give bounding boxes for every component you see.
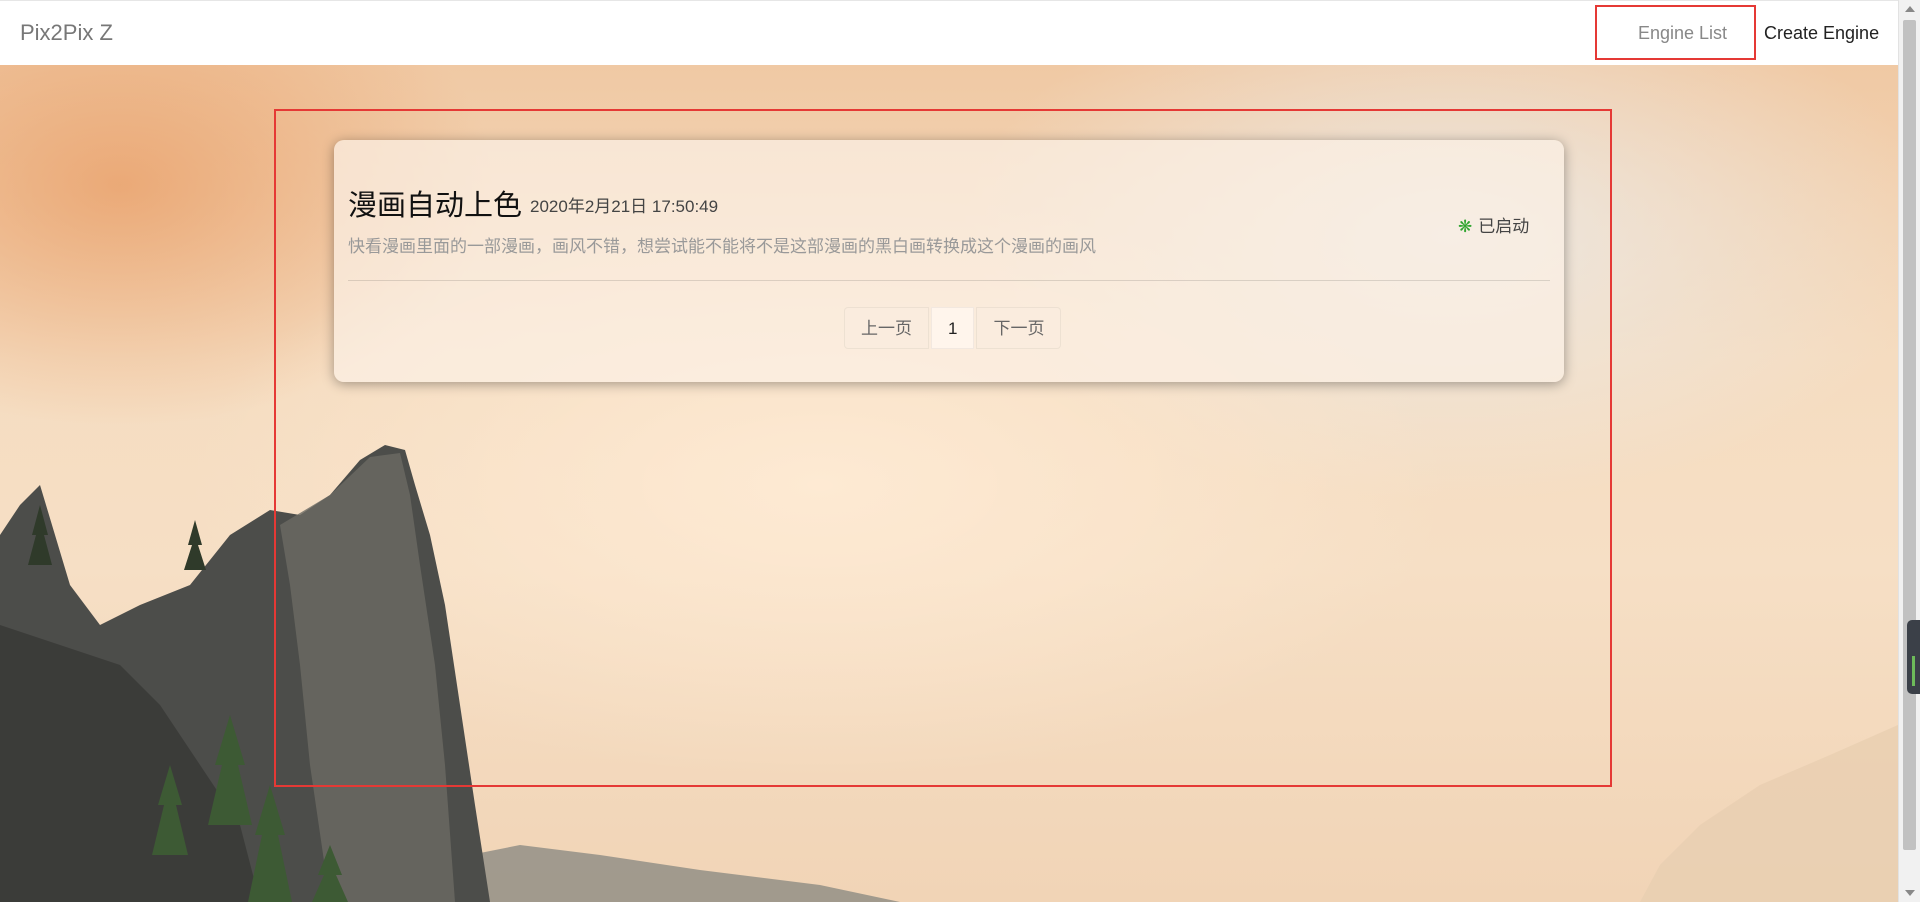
- brand-logo[interactable]: Pix2Pix Z: [20, 20, 113, 46]
- engine-description: 快看漫画里面的一部漫画，画风不错，想尝试能不能将不是这部漫画的黑白画转换成这个漫…: [348, 237, 1096, 256]
- engine-title[interactable]: 漫画自动上色: [348, 182, 522, 224]
- page-number-button[interactable]: 1: [931, 307, 975, 349]
- side-widget-tab[interactable]: [1907, 620, 1920, 694]
- engine-status-label: 已启动: [1478, 217, 1530, 236]
- engine-date: 2020年2月21日 17:50:49: [530, 197, 719, 216]
- gear-icon: ❋: [1458, 217, 1473, 236]
- prev-page-button[interactable]: 上一页: [844, 307, 929, 349]
- nav-create-engine-link[interactable]: Create Engine: [1764, 23, 1879, 44]
- engine-status: ❋ 已启动: [1458, 212, 1529, 237]
- vertical-scrollbar[interactable]: [1898, 0, 1920, 902]
- divider: [348, 280, 1550, 281]
- scroll-thumb[interactable]: [1903, 20, 1916, 850]
- pagination: 上一页 1 下一页: [844, 307, 1063, 349]
- next-page-button[interactable]: 下一页: [976, 307, 1062, 349]
- nav-engine-list-link[interactable]: Engine List: [1638, 23, 1727, 44]
- scroll-down-arrow-icon[interactable]: [1905, 890, 1915, 896]
- top-navbar: Pix2Pix Z Engine List Create Engine: [0, 0, 1898, 65]
- scroll-up-arrow-icon[interactable]: [1905, 6, 1915, 12]
- widget-level-bar: [1912, 656, 1915, 686]
- engine-card: 漫画自动上色 2020年2月21日 17:50:49 快看漫画里面的一部漫画，画…: [334, 140, 1564, 382]
